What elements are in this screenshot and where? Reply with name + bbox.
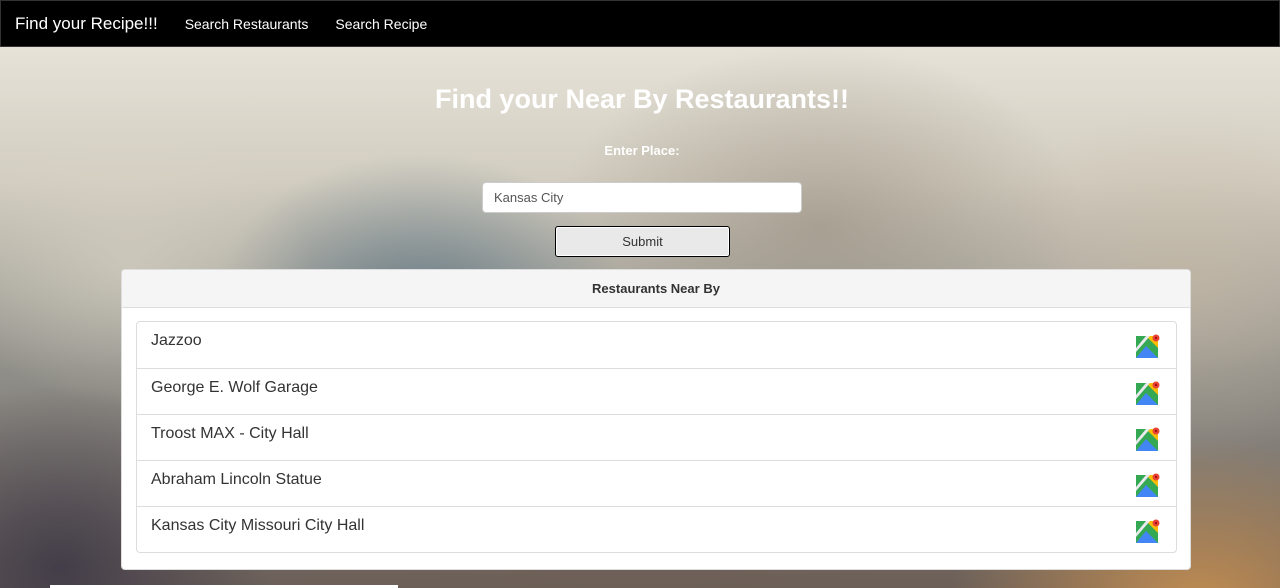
list-item[interactable]: Abraham Lincoln Statue <box>137 460 1176 506</box>
brand-link[interactable]: Find your Recipe!!! <box>15 14 158 34</box>
restaurant-name: Troost MAX - City Hall <box>151 425 309 442</box>
nav-search-restaurants[interactable]: Search Restaurants <box>185 16 309 32</box>
navbar: Find your Recipe!!! Search Restaurants S… <box>0 0 1280 47</box>
list-item[interactable]: Troost MAX - City Hall <box>137 414 1176 460</box>
restaurant-name: Abraham Lincoln Statue <box>151 471 322 488</box>
results-list: Jazzoo George E. Wolf Garage Troost MAX … <box>136 321 1177 553</box>
google-maps-icon[interactable] <box>1136 334 1160 358</box>
results-panel: Restaurants Near By Jazzoo George E. Wol… <box>121 269 1191 570</box>
results-heading: Restaurants Near By <box>122 270 1190 308</box>
place-label: Enter Place: <box>604 143 680 158</box>
list-item[interactable]: George E. Wolf Garage <box>137 368 1176 414</box>
list-item[interactable]: Kansas City Missouri City Hall <box>137 506 1176 552</box>
nav-search-recipe[interactable]: Search Recipe <box>335 16 427 32</box>
google-maps-icon[interactable] <box>1136 519 1160 543</box>
list-item[interactable]: Jazzoo <box>137 322 1176 368</box>
restaurant-name: Jazzoo <box>151 332 202 349</box>
restaurant-name: Kansas City Missouri City Hall <box>151 517 365 534</box>
google-maps-icon[interactable] <box>1136 473 1160 497</box>
google-maps-icon[interactable] <box>1136 381 1160 405</box>
google-maps-icon[interactable] <box>1136 427 1160 451</box>
page-title: Find your Near By Restaurants!! <box>434 84 850 114</box>
restaurant-name: George E. Wolf Garage <box>151 379 318 396</box>
submit-button[interactable]: Submit <box>555 226 730 257</box>
place-input[interactable] <box>482 182 802 213</box>
